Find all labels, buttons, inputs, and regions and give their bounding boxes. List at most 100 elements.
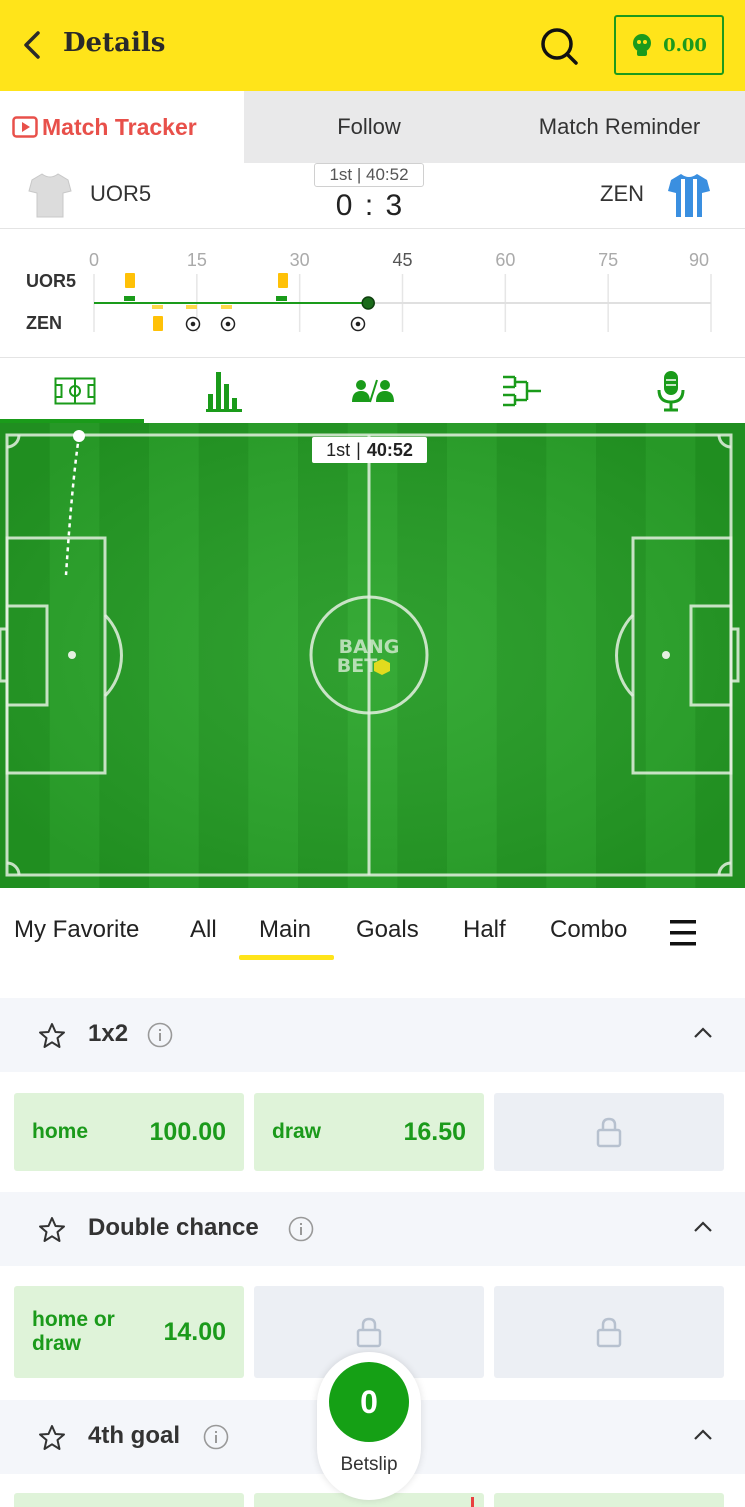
timeline-home-label: UOR5: [26, 271, 76, 291]
tab-combo[interactable]: Combo: [550, 916, 627, 944]
home-team-name: UOR5: [90, 181, 152, 206]
home-jersey-icon: [28, 173, 72, 218]
odd-button[interactable]: [494, 1493, 724, 1507]
timeline-tick-label: 90: [689, 250, 709, 270]
chevron-up-icon[interactable]: [692, 1026, 714, 1040]
brand-logo-line2: BET: [337, 655, 377, 677]
hamburger-menu-icon[interactable]: [668, 918, 698, 948]
period-clock: 1st | 40:52: [314, 163, 424, 187]
away-score: 3: [385, 189, 405, 222]
info-icon[interactable]: [288, 1216, 314, 1242]
odd-price: 14.00: [163, 1318, 226, 1346]
odd-button-home[interactable]: home 100.00: [14, 1093, 244, 1171]
betslip-count: 0: [329, 1362, 409, 1442]
timeline-event-tick: [276, 296, 287, 301]
tab-match-tracker-label: Match Tracker: [42, 113, 197, 140]
pitch-time: 40:52: [366, 439, 413, 460]
tab-goals[interactable]: Goals: [356, 916, 419, 944]
timeline-current-marker: [361, 296, 375, 310]
timeline-tick-label: 45: [392, 250, 412, 270]
header-bar: Details 0.00: [0, 0, 745, 91]
favorite-star-icon[interactable]: [38, 1022, 66, 1050]
lock-icon: [356, 1317, 382, 1348]
chevron-up-icon[interactable]: [692, 1428, 714, 1442]
lock-icon: [596, 1117, 622, 1148]
microphone-icon: [657, 371, 684, 412]
pitch-clock: 1st | 40:52: [312, 437, 427, 463]
tab-lineups[interactable]: [298, 359, 447, 423]
odd-button[interactable]: [14, 1493, 244, 1507]
active-tab-indicator: [239, 955, 334, 960]
favorite-star-icon[interactable]: [38, 1424, 66, 1452]
odd-name: draw: [272, 1120, 322, 1143]
soccer-ball-icon-center: [225, 321, 231, 327]
tab-main[interactable]: Main: [259, 916, 311, 944]
soccer-ball-icon-center: [190, 321, 196, 327]
match-score: 0 : 3: [300, 189, 440, 223]
pitch-period: 1st: [326, 439, 351, 460]
pitch-field: BANG BET: [0, 423, 745, 888]
info-icon[interactable]: [203, 1424, 229, 1450]
tab-my-favorite[interactable]: My Favorite: [14, 916, 139, 944]
match-tracker-pitch: BANG BET 1st | 40:52: [0, 423, 745, 888]
odd-locked: [494, 1286, 724, 1378]
tab-half[interactable]: Half: [463, 916, 506, 944]
balance-button[interactable]: 0.00: [614, 15, 724, 75]
score-separator: :: [364, 189, 386, 222]
chevron-up-icon[interactable]: [692, 1220, 714, 1234]
yellow-card-icon: [278, 273, 288, 288]
lock-icon: [596, 1317, 622, 1348]
tab-match-reminder[interactable]: Match Reminder: [494, 91, 745, 163]
odd-button-home-or-draw[interactable]: home or draw 14.00: [14, 1286, 244, 1378]
search-icon[interactable]: [538, 25, 580, 67]
lineup-users-icon: [351, 379, 394, 403]
bracket-icon: [502, 375, 541, 407]
tab-statistics[interactable]: [149, 359, 298, 423]
favorite-star-icon[interactable]: [38, 1216, 66, 1244]
back-arrow-icon[interactable]: [18, 28, 48, 62]
away-team-name: ZEN: [600, 181, 644, 206]
timeline-tick-label: 0: [89, 250, 99, 270]
market-title: 1x2: [88, 1020, 129, 1047]
odds-change-indicator: [471, 1497, 474, 1507]
odd-locked: [494, 1093, 724, 1171]
market-title: Double chance: [88, 1214, 259, 1241]
timeline-event-tick: [186, 305, 197, 309]
market-header-1x2[interactable]: 1x2: [0, 998, 745, 1072]
odd-name: home: [32, 1120, 89, 1143]
ball-marker: [73, 430, 85, 442]
timeline-event-tick: [152, 305, 163, 309]
tracker-view-tabs: [0, 359, 745, 423]
timeline-event-tick: [124, 296, 135, 301]
odd-name: home or draw: [32, 1308, 115, 1355]
market-title: 4th goal: [88, 1422, 181, 1449]
market-row-1x2: home 100.00 draw 16.50: [0, 1072, 745, 1192]
timeline-tick-label: 60: [495, 250, 515, 270]
yellow-card-icon: [125, 273, 135, 288]
balance-value: 0.00: [663, 34, 707, 56]
soccer-ball-icon-center: [355, 321, 361, 327]
pitch-clock-separator: |: [356, 439, 361, 460]
tab-match-tracker[interactable]: Match Tracker: [0, 91, 244, 163]
betslip-button[interactable]: 0 Betslip: [317, 1352, 421, 1500]
yellow-card-icon: [153, 316, 163, 331]
pitch-icon: [54, 377, 95, 405]
tab-pitch-view[interactable]: [0, 359, 149, 423]
timeline-event-tick: [221, 305, 232, 309]
user-avatar-icon: [633, 34, 652, 56]
odd-price: 100.00: [149, 1118, 226, 1146]
tab-all[interactable]: All: [190, 916, 217, 944]
tab-follow[interactable]: Follow: [244, 91, 494, 163]
odd-button-draw[interactable]: draw 16.50: [254, 1093, 484, 1171]
bar-chart-icon: [205, 372, 242, 412]
scoreboard: UOR5 1st | 40:52 0 : 3 ZEN: [0, 163, 745, 229]
page-title: Details: [63, 28, 166, 58]
timeline-away-label: ZEN: [26, 313, 62, 333]
tab-commentary[interactable]: [596, 359, 745, 423]
timeline-chart: UOR5 ZEN 0 15 30 45 60 75 90: [26, 250, 712, 333]
info-icon[interactable]: [147, 1022, 173, 1048]
timeline-tick-label: 15: [187, 250, 207, 270]
tab-bracket[interactable]: [447, 359, 596, 423]
market-tabs: My Favorite All Main Goals Half Combo: [0, 888, 745, 998]
market-header-double-chance[interactable]: Double chance: [0, 1192, 745, 1266]
